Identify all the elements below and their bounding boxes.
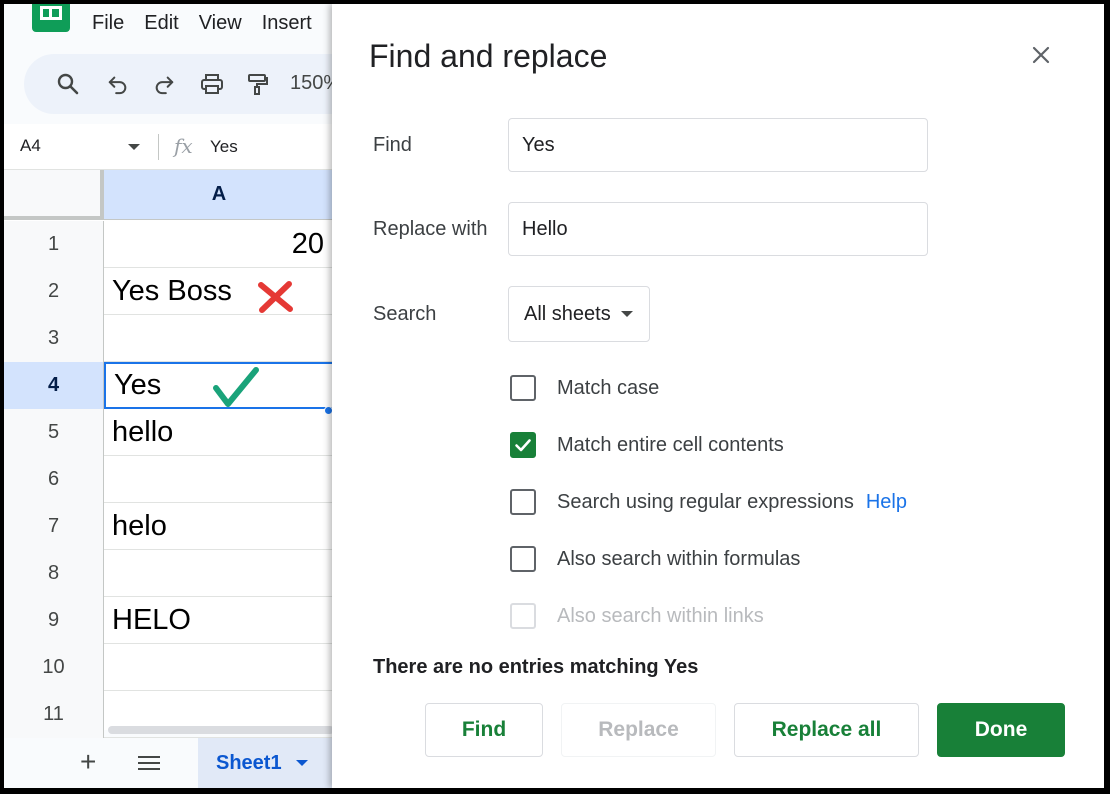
all-sheets-menu-icon[interactable] xyxy=(138,756,160,774)
cell-a5[interactable]: hello xyxy=(104,409,334,456)
redo-icon[interactable] xyxy=(150,70,178,98)
chevron-down-icon[interactable] xyxy=(128,144,140,150)
match-entire-label: Match entire cell contents xyxy=(557,433,784,456)
toolbar: 150% xyxy=(24,54,334,114)
regex-label: Search using regular expressions xyxy=(557,490,854,513)
formulas-label: Also search within formulas xyxy=(557,547,801,570)
match-entire-checkbox[interactable] xyxy=(510,432,536,458)
cell-a3[interactable] xyxy=(104,315,334,362)
add-sheet-button[interactable]: + xyxy=(80,748,96,776)
menu-bar: File Edit View Insert xyxy=(92,12,312,36)
search-scope-value: All sheets xyxy=(524,302,611,325)
row-header[interactable]: 3 xyxy=(4,315,104,362)
search-scope-label: Search xyxy=(373,303,437,325)
table-row: 6 xyxy=(4,456,334,503)
divider xyxy=(158,134,159,160)
formula-bar: A4 fx Yes xyxy=(4,124,334,170)
done-button[interactable]: Done xyxy=(937,703,1065,757)
table-row: 3 xyxy=(4,315,334,362)
row-header[interactable]: 9 xyxy=(4,597,104,644)
search-scope-select[interactable]: All sheets xyxy=(508,286,650,342)
replace-label: Replace with xyxy=(373,218,488,240)
tab-sheet1[interactable]: Sheet1 xyxy=(198,738,334,788)
row-header[interactable]: 6 xyxy=(4,456,104,503)
menu-file[interactable]: File xyxy=(92,12,124,36)
links-label: Also search within links xyxy=(557,604,764,627)
sheet-tabs-bar: + Sheet1 xyxy=(4,738,334,788)
select-all-corner[interactable] xyxy=(4,170,104,220)
formulas-checkbox[interactable] xyxy=(510,546,536,572)
sheets-logo-icon[interactable] xyxy=(32,4,70,32)
option-links: Also search within links xyxy=(510,601,764,631)
find-button[interactable]: Find xyxy=(425,703,543,757)
row-header[interactable]: 5 xyxy=(4,409,104,456)
table-row: 4 Yes xyxy=(4,362,334,409)
undo-icon[interactable] xyxy=(104,70,132,98)
red-cross-icon xyxy=(258,281,293,313)
close-icon[interactable] xyxy=(1026,40,1056,70)
row-header[interactable]: 2 xyxy=(4,268,104,315)
table-row: 7 helo xyxy=(4,503,334,550)
row-header[interactable]: 11 xyxy=(4,691,104,738)
row-header[interactable]: 10 xyxy=(4,644,104,691)
replace-all-button[interactable]: Replace all xyxy=(734,703,919,757)
formula-input[interactable]: Yes xyxy=(210,137,238,157)
cell-a2[interactable]: Yes Boss xyxy=(104,268,334,315)
check-icon xyxy=(515,439,531,452)
sheet-grid: A 1 20 2 Yes Boss 3 4 Yes 5 hello 6 7 he… xyxy=(4,170,334,738)
function-icon: fx xyxy=(174,134,193,158)
row-header[interactable]: 7 xyxy=(4,503,104,550)
paint-format-icon[interactable] xyxy=(244,70,272,98)
cell-a1[interactable]: 20 xyxy=(104,221,334,268)
cell-a6[interactable] xyxy=(104,456,334,503)
search-icon[interactable] xyxy=(54,70,82,98)
find-replace-dialog: Find and replace Find Replace with Searc… xyxy=(332,4,1104,788)
links-checkbox xyxy=(510,603,536,629)
row-header[interactable]: 4 xyxy=(4,362,104,409)
cell-a7[interactable]: helo xyxy=(104,503,334,550)
chevron-down-icon xyxy=(620,311,633,317)
match-case-checkbox[interactable] xyxy=(510,375,536,401)
option-formulas: Also search within formulas xyxy=(510,544,800,574)
menu-view[interactable]: View xyxy=(199,12,242,36)
table-row: 10 xyxy=(4,644,334,691)
menu-edit[interactable]: Edit xyxy=(144,12,178,36)
table-row: 9 HELO xyxy=(4,597,334,644)
column-header-a[interactable]: A xyxy=(104,170,334,220)
cell-a9[interactable]: HELO xyxy=(104,597,334,644)
tab-sheet1-label: Sheet1 xyxy=(216,751,282,774)
option-match-entire: Match entire cell contents xyxy=(510,430,784,460)
spreadsheet-app: File Edit View Insert 150% A4 xyxy=(4,4,334,788)
cell-a8[interactable] xyxy=(104,550,334,597)
find-input[interactable] xyxy=(508,118,928,172)
table-row: 5 hello xyxy=(4,409,334,456)
table-row: 1 20 xyxy=(4,221,334,268)
table-row: 8 xyxy=(4,550,334,597)
status-message: There are no entries matching Yes xyxy=(373,656,699,678)
replace-button: Replace xyxy=(561,703,716,757)
menu-insert[interactable]: Insert xyxy=(262,12,312,36)
dialog-title: Find and replace xyxy=(369,38,608,74)
help-link[interactable]: Help xyxy=(866,491,907,514)
replace-input[interactable] xyxy=(508,202,928,256)
row-header[interactable]: 1 xyxy=(4,221,104,268)
option-match-case: Match case xyxy=(510,373,659,403)
row-header[interactable]: 8 xyxy=(4,550,104,597)
find-label: Find xyxy=(373,134,412,156)
green-check-icon xyxy=(213,367,259,407)
regex-checkbox[interactable] xyxy=(510,489,536,515)
print-icon[interactable] xyxy=(198,70,226,98)
zoom-level[interactable]: 150% xyxy=(290,72,334,95)
match-case-label: Match case xyxy=(557,376,660,399)
horizontal-scrollbar[interactable] xyxy=(108,726,334,734)
option-regex: Search using regular expressions Help xyxy=(510,487,907,517)
name-box[interactable]: A4 xyxy=(20,136,41,156)
screenshot-frame: File Edit View Insert 150% A4 xyxy=(4,4,1104,788)
chevron-down-icon[interactable] xyxy=(295,760,308,766)
cell-a10[interactable] xyxy=(104,644,334,691)
